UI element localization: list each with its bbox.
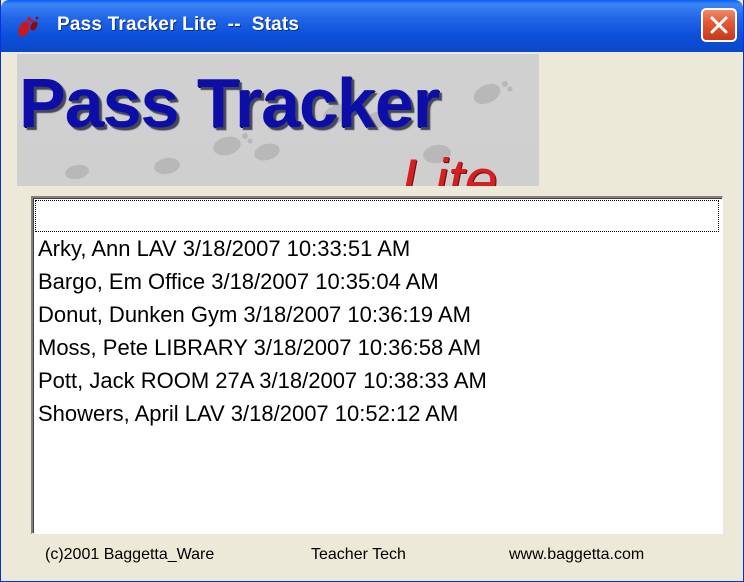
list-item[interactable]: Bargo, Em Office 3/18/2007 10:35:04 AM (33, 265, 722, 298)
website-text: www.baggetta.com (509, 546, 645, 563)
window-title: Pass Tracker Lite -- Stats (57, 14, 300, 35)
close-button[interactable] (701, 8, 737, 42)
list-item[interactable] (35, 200, 719, 232)
pass-log-list[interactable]: Arky, Ann LAV 3/18/2007 10:33:51 AM Bargo… (31, 196, 723, 534)
copyright-text: (c)2001 Baggetta_Ware (45, 546, 215, 563)
list-item[interactable]: Moss, Pete LIBRARY 3/18/2007 10:36:58 AM (33, 331, 722, 364)
list-item[interactable]: Pott, Jack ROOM 27A 3/18/2007 10:38:33 A… (33, 364, 722, 397)
teacher-tech-text: Teacher Tech (311, 546, 406, 563)
stats-window: Pass Tracker Lite -- Stats Pass Tracker … (0, 0, 744, 582)
logo-title: Pass Tracker (19, 64, 440, 142)
list-item[interactable]: Donut, Dunken Gym 3/18/2007 10:36:19 AM (33, 298, 722, 331)
footprints-icon (13, 12, 43, 40)
list-item[interactable]: Arky, Ann LAV 3/18/2007 10:33:51 AM (33, 232, 722, 265)
close-icon (710, 16, 728, 34)
logo-banner: Pass Tracker Lite (17, 54, 539, 186)
title-bar[interactable]: Pass Tracker Lite -- Stats (1, 0, 743, 52)
list-item[interactable]: Showers, April LAV 3/18/2007 10:52:12 AM (33, 397, 722, 430)
status-bar: (c)2001 Baggetta_Ware Teacher Tech www.b… (1, 540, 743, 570)
logo-subtitle: Lite (401, 147, 498, 187)
